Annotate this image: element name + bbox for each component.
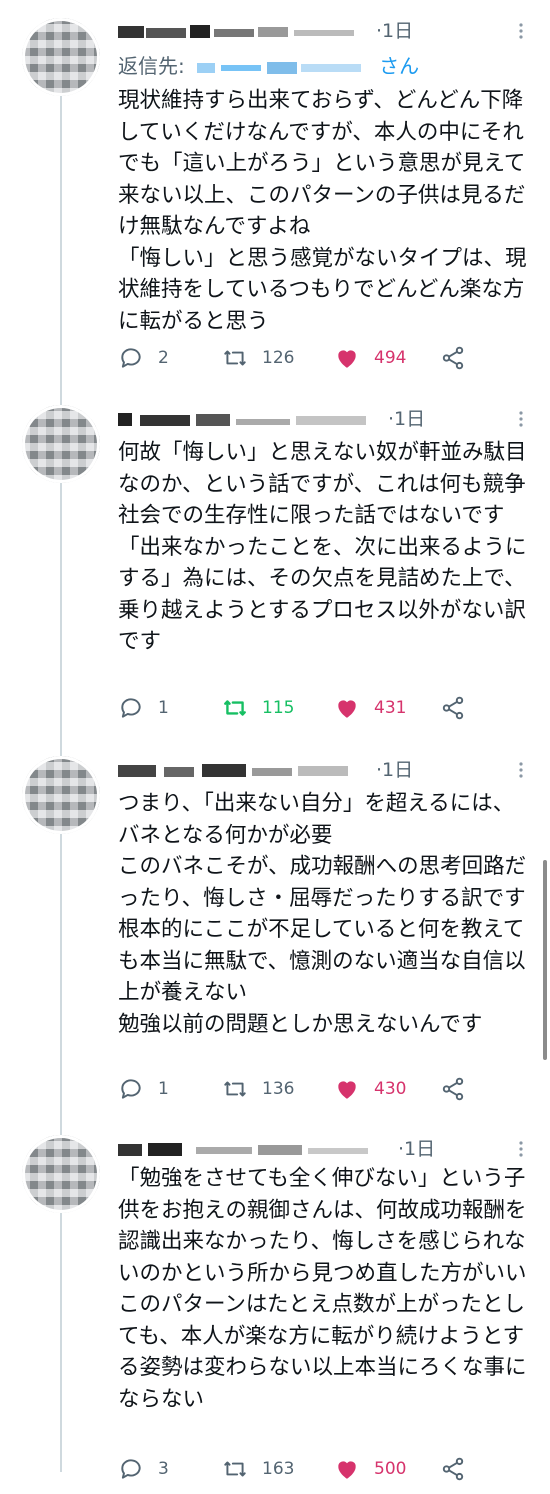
- tweet-text: 何故「悔しい」と思えない奴が軒並み駄目なのか、という話ですが、これは何も競争社会…: [118, 440, 527, 654]
- retweet-button[interactable]: 136: [222, 1072, 294, 1106]
- tweet-actions: 1 136 430: [118, 1072, 538, 1106]
- reply-button[interactable]: 1: [118, 1072, 169, 1106]
- retweet-count: 136: [262, 1079, 295, 1099]
- like-count: 431: [374, 698, 407, 718]
- tweet-text: 現状維持すら出来ておらず、どんどん下降していくだけなんですが、本人の中にそれでも…: [118, 88, 527, 334]
- reply-count: 2: [158, 348, 169, 368]
- pixelated-name-image: [118, 412, 366, 426]
- like-button[interactable]: 500: [334, 1452, 406, 1486]
- pixelated-handle-image[interactable]: [197, 61, 377, 75]
- tweet-actions: 1 115 431: [118, 691, 538, 725]
- heart-icon: [338, 1461, 356, 1479]
- retweet-icon: [224, 1461, 246, 1477]
- tweet-text: つまり、「出来ない自分」を超えるには、バネとなる何かが必要 このバネこそが、成功…: [118, 791, 527, 1037]
- retweet-button[interactable]: 115: [222, 691, 294, 725]
- reply-icon: [121, 1459, 141, 1479]
- share-button[interactable]: [440, 341, 480, 375]
- retweet-button[interactable]: 126: [222, 341, 294, 375]
- like-button[interactable]: 431: [334, 691, 406, 725]
- share-icon: [442, 346, 464, 370]
- share-button[interactable]: [440, 691, 480, 725]
- heart-icon: [338, 350, 356, 368]
- pixelated-name-image: [118, 1142, 368, 1156]
- replying-to: 返信先: さん: [118, 52, 419, 80]
- retweet-icon: [224, 1081, 246, 1097]
- tweet-actions: 3 163 500: [118, 1452, 538, 1486]
- reply-count: 1: [158, 1079, 169, 1099]
- retweet-count: 126: [262, 348, 295, 368]
- tweet-header: ·1日: [118, 406, 425, 432]
- reply-icon: [121, 348, 141, 368]
- retweet-icon: [224, 700, 246, 716]
- pixelated-name-image: [118, 763, 348, 777]
- like-button[interactable]: 494: [334, 341, 406, 375]
- heart-icon: [338, 700, 356, 718]
- share-icon: [442, 696, 464, 720]
- reply-button[interactable]: 2: [118, 341, 169, 375]
- retweet-button[interactable]: 163: [222, 1452, 294, 1486]
- more-icon[interactable]: [512, 18, 530, 44]
- timestamp[interactable]: ·1日: [376, 759, 413, 781]
- share-icon: [442, 1077, 464, 1101]
- share-button[interactable]: [440, 1452, 480, 1486]
- tweet-text: 「勉強をさせても全く伸びない」という子供をお抱えの親御さんは、何故成功報酬を認識…: [118, 1166, 527, 1412]
- retweet-count: 163: [262, 1459, 295, 1479]
- reply-icon: [121, 1079, 141, 1099]
- like-count: 500: [374, 1459, 407, 1479]
- tweet-header: ·1日: [118, 757, 413, 783]
- timestamp[interactable]: ·1日: [388, 408, 425, 430]
- reply-icon: [121, 698, 141, 718]
- like-count: 430: [374, 1079, 407, 1099]
- like-button[interactable]: 430: [334, 1072, 406, 1106]
- avatar[interactable]: [22, 756, 100, 834]
- share-icon: [442, 1457, 464, 1481]
- reply-button[interactable]: 3: [118, 1452, 169, 1486]
- pixelated-name-image: [118, 24, 354, 38]
- more-icon[interactable]: [512, 1136, 530, 1162]
- like-count: 494: [374, 348, 407, 368]
- share-button[interactable]: [440, 1072, 480, 1106]
- reply-button[interactable]: 1: [118, 691, 169, 725]
- tweet-header: ·1日: [118, 18, 413, 44]
- reply-count: 1: [158, 698, 169, 718]
- tweet-header: ·1日: [118, 1136, 435, 1162]
- timestamp[interactable]: ·1日: [376, 20, 413, 42]
- more-icon[interactable]: [512, 757, 530, 783]
- tweet-actions: 2 126 494: [118, 341, 538, 375]
- replying-label: 返信先:: [118, 54, 185, 78]
- retweet-icon: [224, 350, 246, 366]
- avatar[interactable]: [22, 1135, 100, 1213]
- more-icon[interactable]: [512, 406, 530, 432]
- reply-count: 3: [158, 1459, 169, 1479]
- retweet-count: 115: [262, 698, 295, 718]
- scrollbar[interactable]: [543, 860, 547, 1060]
- replying-suffix[interactable]: さん: [379, 54, 419, 78]
- heart-icon: [338, 1081, 356, 1099]
- timestamp[interactable]: ·1日: [398, 1138, 435, 1160]
- avatar[interactable]: [22, 405, 100, 483]
- avatar[interactable]: [22, 18, 100, 96]
